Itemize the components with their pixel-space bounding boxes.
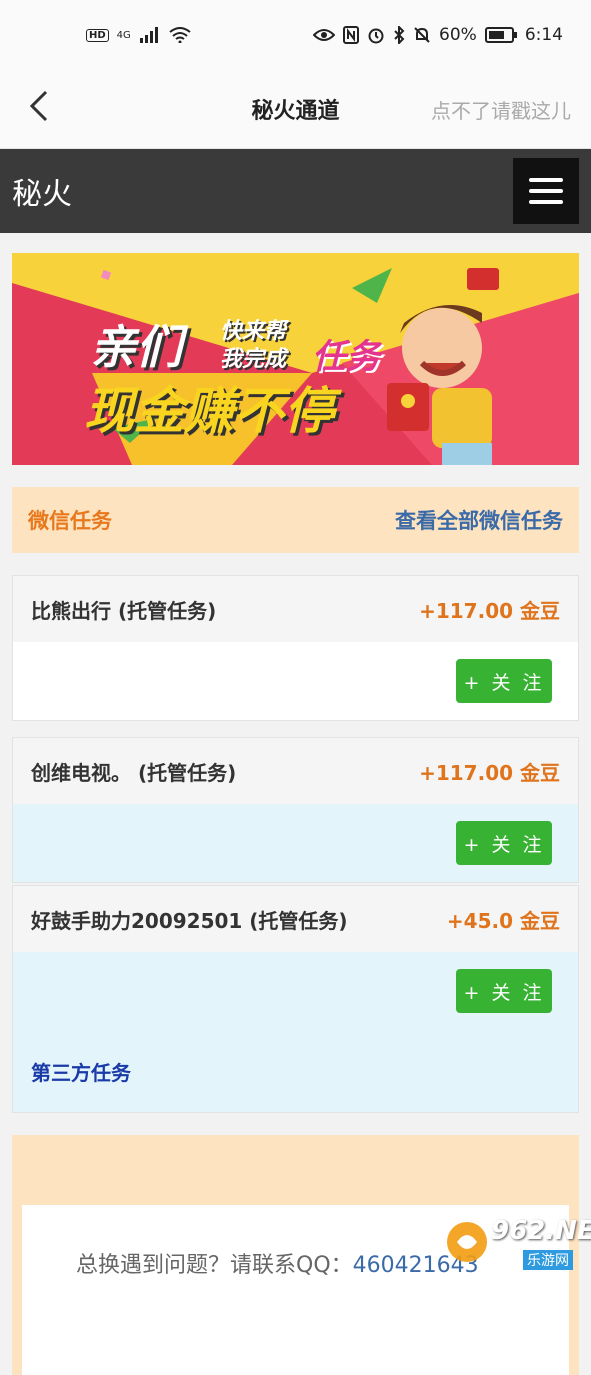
- nav-bar: 秘火通道 点不了请戳这儿: [0, 70, 591, 149]
- mute-icon: [414, 27, 430, 43]
- site-title: 秘火: [12, 177, 72, 212]
- help-link[interactable]: 点不了请戳这儿: [431, 95, 571, 124]
- follow-button[interactable]: + 关 注: [456, 659, 552, 703]
- wechat-task-section: 微信任务 查看全部微信任务: [12, 487, 579, 553]
- task-card[interactable]: 好鼓手助力20092501 (托管任务) +45.0 金豆 + 关 注 第三方任…: [12, 885, 579, 1113]
- follow-button[interactable]: + 关 注: [456, 969, 552, 1013]
- task-reward: +117.00 金豆: [419, 598, 560, 623]
- wifi-icon: [169, 27, 191, 43]
- bluetooth-icon: [394, 26, 405, 44]
- network-label: 4G: [116, 29, 131, 41]
- battery-percent: 60%: [439, 25, 477, 45]
- banner-text-line1: 亲们: [90, 320, 182, 374]
- back-arrow-icon[interactable]: [22, 86, 62, 126]
- battery-icon: [484, 27, 517, 43]
- task-name: 比熊出行 (托管任务): [31, 598, 217, 623]
- main-content: 亲们 快来帮 我完成 任务 现金赚不停 微信任务 查看全部微信任务 比熊出行 (…: [0, 233, 591, 1375]
- task-card[interactable]: 比熊出行 (托管任务) +117.00 金豆 + 关 注: [12, 575, 579, 721]
- task-reward: +45.0 金豆: [446, 908, 560, 933]
- task-name: 创维电视。 (托管任务): [31, 760, 237, 785]
- watermark-brand: 962.NET: [491, 1216, 591, 1246]
- alarm-icon: [368, 28, 384, 44]
- task-card[interactable]: 创维电视。 (托管任务) +117.00 金豆 + 关 注: [12, 737, 579, 883]
- task-name: 好鼓手助力20092501 (托管任务): [31, 908, 348, 933]
- signal-icon: [139, 27, 158, 43]
- eye-icon: [313, 29, 336, 41]
- clock: 6:14: [524, 25, 563, 45]
- site-watermark: 962.NET 乐游网: [443, 1210, 591, 1274]
- third-party-task-title[interactable]: 第三方任务: [13, 1030, 578, 1112]
- wechat-task-title: 微信任务: [28, 509, 112, 533]
- app-header: 秘火: [0, 149, 591, 233]
- nfc-icon: [343, 26, 360, 44]
- watermark-sub: 乐游网: [523, 1250, 573, 1270]
- contact-prefix: 总换遇到问题？请联系QQ：: [76, 1253, 353, 1278]
- view-all-wechat-link[interactable]: 查看全部微信任务: [395, 505, 563, 535]
- task-reward: +117.00 金豆: [419, 760, 560, 785]
- banner-text-line2: 现金赚不停: [84, 382, 334, 440]
- menu-button[interactable]: [513, 158, 579, 224]
- banner-text-line1c: 我完成: [220, 347, 287, 372]
- follow-button[interactable]: + 关 注: [456, 821, 552, 865]
- hd-icon: HD: [86, 28, 109, 42]
- hamburger-icon: [529, 178, 563, 182]
- promo-banner[interactable]: 亲们 快来帮 我完成 任务 现金赚不停: [12, 253, 579, 465]
- status-bar: HD 4G 60% 6:14: [0, 0, 591, 70]
- contact-text: 总换遇到问题？请联系QQ：460421643: [76, 1247, 479, 1279]
